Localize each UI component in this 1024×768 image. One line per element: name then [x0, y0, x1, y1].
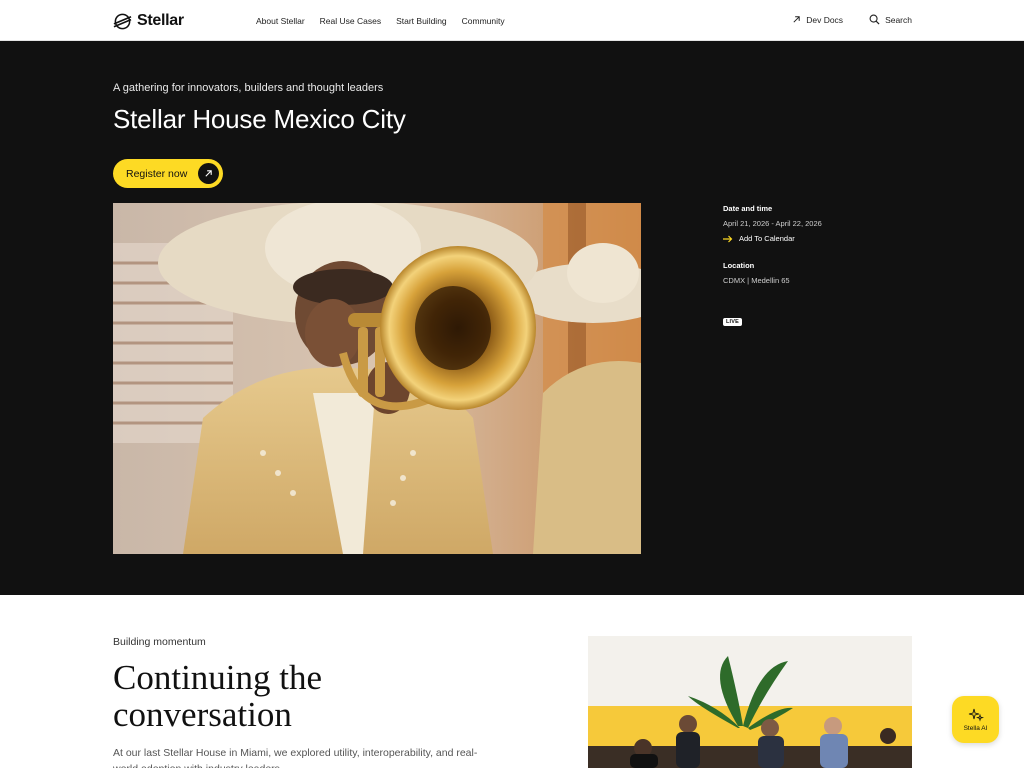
add-to-calendar-label: Add To Calendar — [739, 234, 795, 243]
stella-ai-label: Stella AI — [963, 724, 988, 732]
arrow-right-icon — [723, 235, 733, 242]
mariachi-trumpet-photo — [113, 203, 641, 554]
nav-link-about-stellar[interactable]: About Stellar — [256, 16, 305, 26]
event-details: Date and time April 21, 2026 - April 22,… — [723, 204, 923, 328]
nav-right-actions: Dev Docs Search — [792, 14, 912, 25]
location-block: Location CDMX | Medellin 65 — [723, 261, 923, 285]
location-heading: Location — [723, 261, 755, 270]
search-icon — [869, 14, 880, 25]
event-dates: April 21, 2026 - April 22, 2026 — [723, 219, 822, 228]
section-body: At our last Stellar House in Miami, we e… — [113, 747, 478, 768]
nav-link-community[interactable]: Community — [462, 16, 505, 26]
stellar-logo[interactable]: Stellar — [113, 11, 184, 31]
dev-docs-link[interactable]: Dev Docs — [792, 15, 843, 25]
dev-docs-label: Dev Docs — [806, 14, 844, 25]
event-hero: A gathering for innovators, builders and… — [0, 41, 1024, 595]
arrow-up-right-icon — [198, 163, 219, 184]
sparkle-icon — [968, 708, 984, 722]
stella-ai-button[interactable]: Stella AI — [952, 696, 999, 743]
top-navigation: Stellar About Stellar Real Use Cases Sta… — [0, 0, 1024, 41]
momentum-section: Building momentum Continuing the convers… — [0, 595, 1024, 768]
date-time-heading: Date and time — [723, 204, 773, 213]
main-nav-links: About Stellar Real Use Cases Start Build… — [256, 16, 505, 26]
nav-link-start-building[interactable]: Start Building — [396, 16, 447, 26]
nav-link-real-use-cases[interactable]: Real Use Cases — [320, 16, 381, 26]
search-button[interactable]: Search — [869, 14, 912, 25]
search-label: Search — [885, 14, 912, 25]
location-value: CDMX | Medellin 65 — [723, 276, 790, 285]
logo-text: Stellar — [137, 12, 184, 29]
add-to-calendar-link[interactable]: Add To Calendar — [723, 234, 923, 243]
register-now-button[interactable]: Register now — [113, 159, 223, 188]
stellar-logo-icon — [113, 13, 132, 29]
hero-tagline: A gathering for innovators, builders and… — [113, 82, 384, 94]
register-label: Register now — [126, 167, 188, 180]
event-title: Stellar House Mexico City — [113, 104, 406, 134]
live-badge: LIVE — [723, 318, 743, 326]
panel-discussion-photo — [588, 636, 912, 768]
section-eyebrow: Building momentum — [113, 636, 206, 648]
section-title: Continuing the conversation — [113, 658, 323, 734]
arrow-up-right-icon — [793, 16, 800, 23]
